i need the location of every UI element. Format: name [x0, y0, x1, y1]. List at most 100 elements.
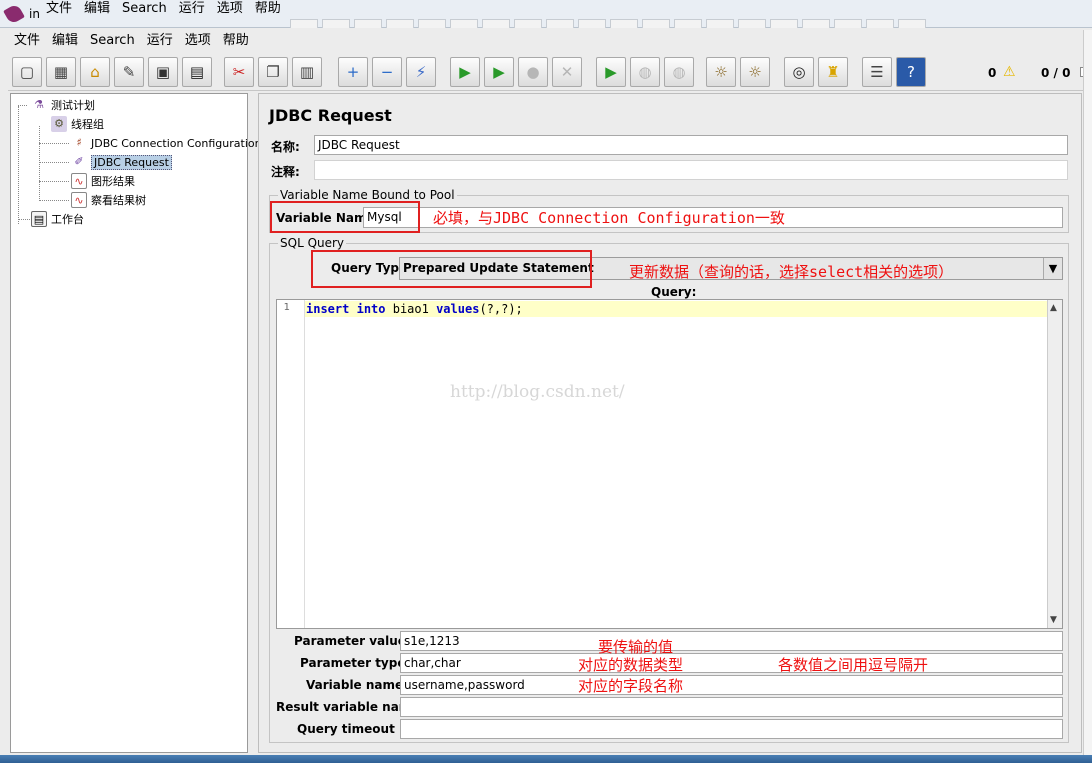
parameter-values-field[interactable]: s1e,1213: [400, 631, 1063, 651]
tree-node-jdbc-request[interactable]: ✐ JDBC Request: [71, 153, 172, 171]
window-edge: [1083, 30, 1092, 755]
clear-icon[interactable]: ☼: [706, 57, 736, 87]
warning-count: 0: [988, 66, 997, 80]
bg-menu-options[interactable]: 选项: [211, 1, 249, 17]
result-variable-name-field[interactable]: [400, 697, 1063, 717]
thread-count: 0 / 0: [1041, 66, 1071, 80]
query-editor[interactable]: 1 insert into biao1 values(?,?); ▲ ▼: [276, 299, 1063, 629]
jdbc-config-icon: ♯: [76, 136, 82, 149]
remote-shutdown-icon[interactable]: ◍: [664, 57, 694, 87]
collapse-icon[interactable]: −: [372, 57, 402, 87]
help-icon[interactable]: ?: [896, 57, 926, 87]
menu-help[interactable]: 帮助: [217, 33, 255, 49]
comment-field[interactable]: [314, 160, 1068, 180]
toggle-icon[interactable]: ⚡: [406, 57, 436, 87]
scroll-down-icon[interactable]: ▼: [1050, 615, 1057, 625]
start-icon[interactable]: ▶: [450, 57, 480, 87]
bg-menu-file[interactable]: 文件: [40, 1, 78, 17]
sql-table: biao1: [385, 302, 437, 316]
menu-run[interactable]: 运行: [141, 33, 179, 49]
stop-icon[interactable]: ●: [518, 57, 548, 87]
scroll-up-icon[interactable]: ▲: [1050, 303, 1057, 313]
bg-menu-edit[interactable]: 编辑: [78, 1, 116, 17]
tree-node-thread-group[interactable]: ⚙ 线程组: [51, 115, 104, 133]
sql-query-group-title: SQL Query: [278, 236, 347, 250]
save-icon[interactable]: ▣: [148, 57, 178, 87]
line-number-gutter: 1: [277, 300, 305, 628]
menu-options[interactable]: 选项: [179, 33, 217, 49]
sql-keyword: insert: [306, 302, 350, 316]
sql-params: (?,?);: [479, 302, 523, 316]
query-type-annotation: 更新数据（查询的话，选择select相关的选项）: [629, 263, 954, 281]
name-label: 名称:: [271, 140, 300, 154]
bg-menu-search[interactable]: Search: [116, 1, 173, 17]
tree-node-label: 察看结果树: [91, 194, 146, 207]
tree-node-label: JDBC Connection Configuration: [91, 136, 262, 150]
tree-node-label: 图形结果: [91, 175, 135, 188]
variable-names-annotation: 对应的字段名称: [578, 677, 684, 695]
paste-icon[interactable]: ▥: [292, 57, 322, 87]
chevron-down-icon[interactable]: ▼: [1043, 258, 1062, 279]
background-window-title: in: [29, 7, 40, 21]
panel-title: JDBC Request: [269, 106, 392, 125]
tree-node-graph-results[interactable]: ∿ 图形结果: [71, 172, 135, 190]
tree-node-workbench[interactable]: ▤ 工作台: [31, 210, 84, 228]
clear-all-icon[interactable]: ☼: [740, 57, 770, 87]
query-timeout-field[interactable]: [400, 719, 1063, 739]
background-window-titlebar: in 文件 编辑 Search 运行 选项 帮助: [0, 0, 1092, 29]
menu-bar: 文件 编辑 Search 运行 选项 帮助: [8, 33, 255, 49]
cut-icon[interactable]: ✂: [224, 57, 254, 87]
new-icon[interactable]: ▢: [12, 57, 42, 87]
graph-results-icon: ∿: [71, 173, 87, 189]
remote-stop-icon[interactable]: ◍: [630, 57, 660, 87]
search-icon[interactable]: ◎: [784, 57, 814, 87]
parameter-types-field[interactable]: char,char: [400, 653, 1063, 673]
thread-group-icon: ⚙: [51, 116, 67, 132]
save-as-icon[interactable]: ▤: [182, 57, 212, 87]
close-icon[interactable]: ✎: [114, 57, 144, 87]
comment-label: 注释:: [271, 165, 300, 179]
tree-node-label: JDBC Request: [91, 154, 172, 170]
variable-names-field[interactable]: username,password: [400, 675, 1063, 695]
taskbar: [0, 755, 1092, 763]
tree-node-label: 线程组: [71, 118, 104, 131]
query-text[interactable]: insert into biao1 values(?,?);: [306, 301, 523, 317]
name-field[interactable]: JDBC Request: [314, 135, 1068, 155]
app-logo-icon: [3, 3, 25, 25]
warning-icon[interactable]: ⚠: [1003, 64, 1016, 80]
menu-search[interactable]: Search: [84, 33, 141, 49]
tree-node-label: 工作台: [51, 213, 84, 226]
sql-keyword: into: [356, 302, 386, 316]
bg-menu-help[interactable]: 帮助: [249, 1, 287, 17]
watermark: http://blog.csdn.net/: [450, 382, 625, 402]
variable-name-highlight-box: [270, 201, 420, 233]
tree-node-jdbc-connection-config[interactable]: ♯ JDBC Connection Configuration: [71, 134, 262, 152]
workbench-icon: ▤: [31, 211, 47, 227]
expand-icon[interactable]: +: [338, 57, 368, 87]
test-plan-icon: ⚗: [34, 98, 44, 111]
menu-file[interactable]: 文件: [8, 33, 46, 49]
bg-menu-run[interactable]: 运行: [173, 1, 211, 17]
variable-pool-group-title: Variable Name Bound to Pool: [278, 188, 457, 202]
tree-node-label: 测试计划: [51, 99, 95, 112]
remote-start-icon[interactable]: ▶: [596, 57, 626, 87]
copy-icon[interactable]: ❐: [258, 57, 288, 87]
start-no-pause-icon[interactable]: ▶: [484, 57, 514, 87]
templates-icon[interactable]: ▦: [46, 57, 76, 87]
tree-node-test-plan[interactable]: ⚗ 测试计划: [31, 96, 95, 114]
line-number: 1: [283, 302, 290, 313]
reset-search-icon[interactable]: ♜: [818, 57, 848, 87]
editor-scrollbar[interactable]: ▲ ▼: [1047, 300, 1062, 628]
tree-node-results-tree[interactable]: ∿ 察看结果树: [71, 191, 146, 209]
parameter-types-annotation: 对应的数据类型: [578, 656, 684, 674]
function-helper-icon[interactable]: ☰: [862, 57, 892, 87]
menu-edit[interactable]: 编辑: [46, 33, 84, 49]
background-menu-bar: 文件 编辑 Search 运行 选项 帮助: [40, 1, 287, 17]
variable-name-annotation: 必填，与JDBC Connection Configuration一致: [433, 209, 785, 227]
shutdown-icon[interactable]: ✕: [552, 57, 582, 87]
variable-names-label: Variable names:: [306, 678, 416, 692]
sql-space: [349, 302, 356, 316]
query-type-highlight-box: [311, 250, 592, 288]
open-icon[interactable]: ⌂: [80, 57, 110, 87]
test-plan-tree: ⚗ 测试计划 ⚙ 线程组 ♯ JDBC Connection Configura…: [10, 93, 262, 753]
